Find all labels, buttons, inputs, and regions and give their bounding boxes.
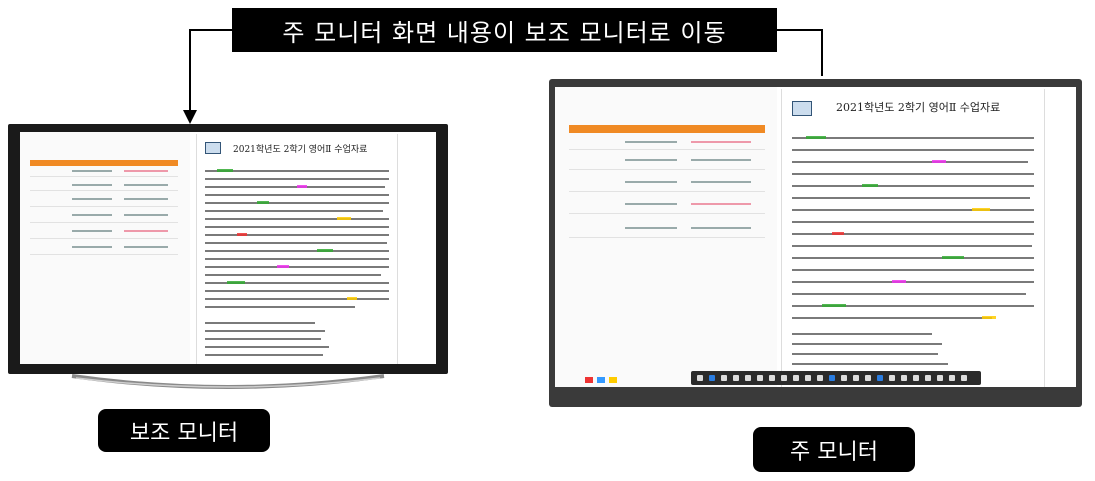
color-swatch-blue[interactable] — [597, 377, 605, 383]
left-panel — [20, 132, 190, 364]
line-right — [777, 29, 823, 76]
table-header — [569, 125, 765, 133]
primary-monitor: 2021학년도 2학기 영어Ⅱ 수업자료 — [549, 79, 1082, 407]
secondary-monitor-label: 보조 모니터 — [98, 409, 270, 452]
secondary-monitor: 2021학년도 2학기 영어Ⅱ 수업자료 — [8, 124, 448, 374]
primary-screen: 2021학년도 2학기 영어Ⅱ 수업자료 — [555, 87, 1076, 387]
annotation-toolbar[interactable] — [691, 371, 981, 385]
logo-icon — [205, 142, 221, 154]
document-page: 2021학년도 2학기 영어Ⅱ 수업자료 — [781, 89, 1045, 387]
table-header — [30, 160, 178, 166]
left-panel — [555, 87, 777, 387]
document-page: 2021학년도 2학기 영어Ⅱ 수업자료 — [196, 134, 398, 364]
color-swatch-red[interactable] — [585, 377, 593, 383]
secondary-screen: 2021학년도 2학기 영어Ⅱ 수업자료 — [20, 132, 436, 364]
document-title: 2021학년도 2학기 영어Ⅱ 수업자료 — [233, 145, 368, 155]
monitor-stand — [71, 374, 385, 389]
document-title: 2021학년도 2학기 영어Ⅱ 수업자료 — [836, 101, 1001, 114]
arrow-line-left — [189, 29, 232, 112]
top-caption: 주 모니터 화면 내용이 보조 모니터로 이동 — [232, 8, 777, 52]
color-swatch-yellow[interactable] — [609, 377, 617, 383]
primary-monitor-label: 주 모니터 — [753, 427, 915, 472]
arrow-head — [183, 110, 197, 124]
logo-icon — [792, 101, 812, 116]
